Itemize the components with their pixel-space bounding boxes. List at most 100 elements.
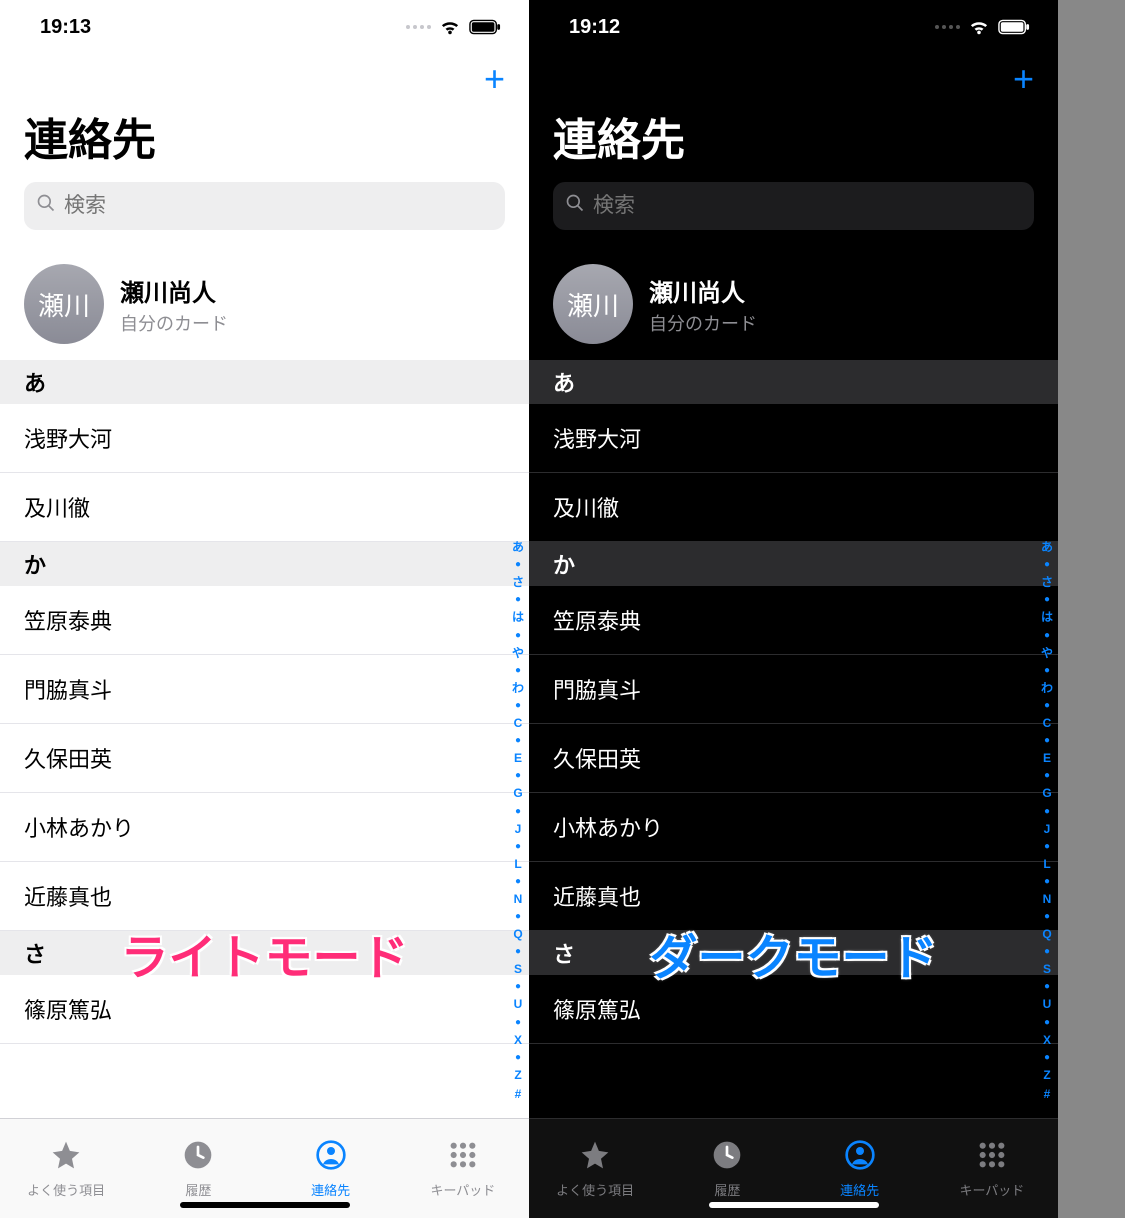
tab-keypad[interactable]: キーパッド xyxy=(926,1119,1058,1218)
index-letter[interactable]: ● xyxy=(515,592,521,608)
index-letter[interactable]: ● xyxy=(1044,839,1050,855)
contact-row[interactable]: 笠原泰典 xyxy=(529,586,1058,655)
index-letter[interactable]: E xyxy=(1043,749,1051,768)
index-letter[interactable]: あ xyxy=(1041,538,1053,557)
index-letter[interactable]: ● xyxy=(515,768,521,784)
index-letter[interactable]: ● xyxy=(1044,874,1050,890)
contact-row[interactable]: 久保田英 xyxy=(529,724,1058,793)
index-letter[interactable]: L xyxy=(1043,855,1050,874)
index-letter[interactable]: N xyxy=(514,890,523,909)
index-letter[interactable]: ● xyxy=(515,874,521,890)
index-letter[interactable]: ● xyxy=(515,979,521,995)
index-letter[interactable]: U xyxy=(514,995,523,1014)
index-letter[interactable]: ● xyxy=(1044,768,1050,784)
index-letter[interactable]: ● xyxy=(515,557,521,573)
index-letter[interactable]: ● xyxy=(515,663,521,679)
index-letter[interactable]: ● xyxy=(515,698,521,714)
index-letter[interactable]: # xyxy=(515,1085,522,1104)
my-card-row[interactable]: 瀬川 瀬川尚人 自分のカード xyxy=(0,248,529,360)
search-input[interactable] xyxy=(593,194,1022,218)
section-header: か xyxy=(0,542,529,586)
index-letter[interactable]: J xyxy=(1044,820,1051,839)
index-letter[interactable]: N xyxy=(1043,890,1052,909)
index-letter[interactable]: さ xyxy=(1041,573,1053,592)
index-letter[interactable]: X xyxy=(514,1031,522,1050)
index-letter[interactable]: X xyxy=(1043,1031,1051,1050)
index-letter[interactable]: ● xyxy=(515,1050,521,1066)
index-letter[interactable]: ● xyxy=(515,804,521,820)
tab-keypad[interactable]: キーパッド xyxy=(397,1119,529,1218)
index-letter[interactable]: S xyxy=(1043,960,1051,979)
index-letter[interactable]: E xyxy=(514,749,522,768)
index-letter[interactable]: Q xyxy=(1042,925,1051,944)
index-letter[interactable]: ● xyxy=(1044,557,1050,573)
index-letter[interactable]: S xyxy=(514,960,522,979)
index-strip[interactable]: あ●さ●は●や●わ●C●E●G●J●L●N●Q●S●U●X●Z# xyxy=(509,538,527,1104)
index-letter[interactable]: # xyxy=(1044,1085,1051,1104)
index-letter[interactable]: L xyxy=(514,855,521,874)
index-letter[interactable]: G xyxy=(513,784,522,803)
index-letter[interactable]: ● xyxy=(515,1015,521,1031)
search-input[interactable] xyxy=(64,194,493,218)
index-letter[interactable]: ● xyxy=(1044,1050,1050,1066)
add-contact-button[interactable]: + xyxy=(1013,61,1034,97)
contact-row[interactable]: 門脇真斗 xyxy=(0,655,529,724)
index-letter[interactable]: ● xyxy=(1044,979,1050,995)
my-card-row[interactable]: 瀬川 瀬川尚人 自分のカード xyxy=(529,248,1058,360)
index-letter[interactable]: ● xyxy=(515,944,521,960)
index-letter[interactable]: ● xyxy=(1044,733,1050,749)
index-letter[interactable]: わ xyxy=(512,679,524,698)
index-letter[interactable]: ● xyxy=(1044,663,1050,679)
index-letter[interactable]: ● xyxy=(1044,698,1050,714)
index-letter[interactable]: は xyxy=(512,608,524,627)
index-letter[interactable]: Z xyxy=(514,1066,521,1085)
index-letter[interactable]: あ xyxy=(512,538,524,557)
contact-row[interactable]: 浅野大河 xyxy=(529,404,1058,473)
contacts-icon xyxy=(315,1139,347,1174)
tab-label: 連絡先 xyxy=(311,1180,350,1199)
contact-row[interactable]: 浅野大河 xyxy=(0,404,529,473)
tab-fav[interactable]: よく使う項目 xyxy=(0,1119,132,1218)
contact-row[interactable]: 及川徹 xyxy=(0,473,529,542)
phone-light: 19:13 + 連絡先 瀬川 瀬川尚人 自分のカード xyxy=(0,0,529,1218)
index-strip[interactable]: あ●さ●は●や●わ●C●E●G●J●L●N●Q●S●U●X●Z# xyxy=(1038,538,1056,1104)
home-indicator[interactable] xyxy=(180,1202,350,1208)
index-letter[interactable]: ● xyxy=(515,839,521,855)
contact-row[interactable]: 及川徹 xyxy=(529,473,1058,542)
index-letter[interactable]: Z xyxy=(1043,1066,1050,1085)
index-letter[interactable]: C xyxy=(514,714,523,733)
phone-dark: 19:12 + 連絡先 瀬川 瀬川尚人 自分のカード xyxy=(529,0,1058,1218)
index-letter[interactable]: ● xyxy=(515,909,521,925)
contact-row[interactable]: 小林あかり xyxy=(529,793,1058,862)
index-letter[interactable]: ● xyxy=(1044,804,1050,820)
index-letter[interactable]: G xyxy=(1042,784,1051,803)
add-contact-button[interactable]: + xyxy=(484,61,505,97)
index-letter[interactable]: や xyxy=(1041,644,1053,663)
index-letter[interactable]: ● xyxy=(1044,592,1050,608)
contact-row[interactable]: 久保田英 xyxy=(0,724,529,793)
home-indicator[interactable] xyxy=(709,1202,879,1208)
index-letter[interactable]: ● xyxy=(1044,944,1050,960)
contact-row[interactable]: 門脇真斗 xyxy=(529,655,1058,724)
index-letter[interactable]: C xyxy=(1043,714,1052,733)
index-letter[interactable]: U xyxy=(1043,995,1052,1014)
index-letter[interactable]: や xyxy=(512,644,524,663)
index-letter[interactable]: さ xyxy=(512,573,524,592)
index-letter[interactable]: J xyxy=(515,820,522,839)
search-field[interactable] xyxy=(24,182,505,230)
nav-bar: + xyxy=(0,54,529,104)
index-letter[interactable]: Q xyxy=(513,925,522,944)
tab-fav[interactable]: よく使う項目 xyxy=(529,1119,661,1218)
tab-label: キーパッド xyxy=(430,1180,495,1199)
contact-row[interactable]: 笠原泰典 xyxy=(0,586,529,655)
index-letter[interactable]: ● xyxy=(1044,909,1050,925)
index-letter[interactable]: は xyxy=(1041,608,1053,627)
tab-label: よく使う項目 xyxy=(556,1180,634,1199)
index-letter[interactable]: ● xyxy=(1044,1015,1050,1031)
index-letter[interactable]: わ xyxy=(1041,679,1053,698)
index-letter[interactable]: ● xyxy=(1044,628,1050,644)
contact-row[interactable]: 小林あかり xyxy=(0,793,529,862)
index-letter[interactable]: ● xyxy=(515,733,521,749)
index-letter[interactable]: ● xyxy=(515,628,521,644)
search-field[interactable] xyxy=(553,182,1034,230)
